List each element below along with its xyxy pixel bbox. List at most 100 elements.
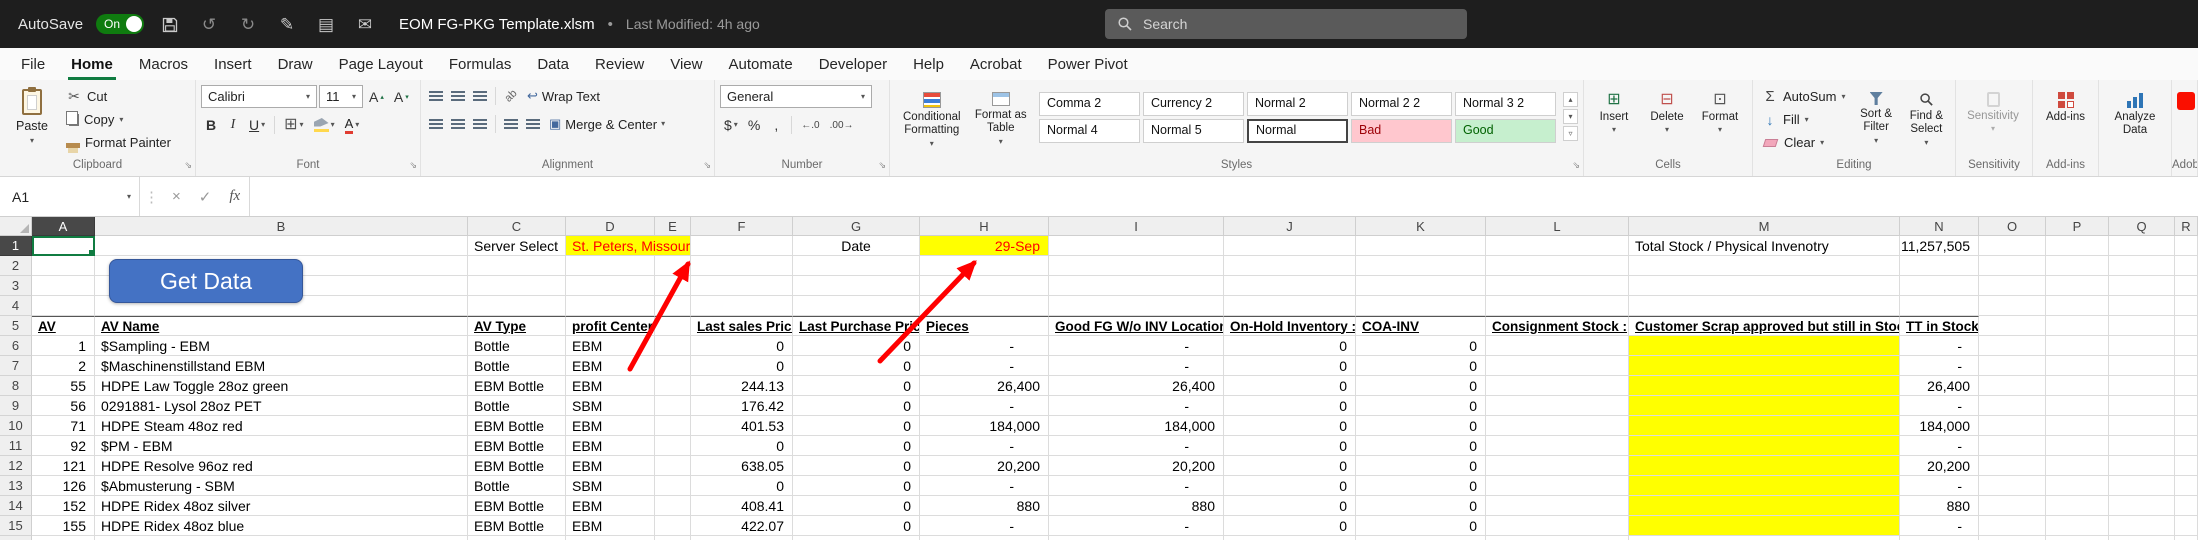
accounting-format-button[interactable]: $▾ xyxy=(720,114,742,136)
autosum-button[interactable]: ΣAutoSum▾ xyxy=(1758,85,1850,108)
pen-icon[interactable]: ✎ xyxy=(274,16,300,33)
cell-M4[interactable] xyxy=(1629,296,1900,316)
cell-M2[interactable] xyxy=(1629,256,1900,276)
cell-G11[interactable]: 0 xyxy=(793,436,920,456)
menu-tab-data[interactable]: Data xyxy=(524,48,582,80)
cell-K10[interactable]: 0 xyxy=(1356,416,1486,436)
style-comma-2[interactable]: Comma 2 xyxy=(1039,92,1140,116)
cell-J11[interactable]: 0 xyxy=(1224,436,1356,456)
cell-C1[interactable]: Server Select xyxy=(468,236,566,256)
menu-tab-page-layout[interactable]: Page Layout xyxy=(326,48,436,80)
column-header-J[interactable]: J xyxy=(1224,217,1356,236)
cell-I10[interactable]: 184,000 xyxy=(1049,416,1224,436)
cell-E14[interactable] xyxy=(655,496,691,516)
cell-R9[interactable] xyxy=(2175,396,2198,416)
search-box[interactable]: Search xyxy=(1105,9,1467,39)
cell-F14[interactable]: 408.41 xyxy=(691,496,793,516)
cell-A9[interactable]: 56 xyxy=(32,396,95,416)
cell-L6[interactable] xyxy=(1486,336,1629,356)
formula-input[interactable] xyxy=(249,177,2198,216)
cell-F4[interactable] xyxy=(691,296,793,316)
cell-A3[interactable] xyxy=(32,276,95,296)
cell-N3[interactable] xyxy=(1900,276,1979,296)
column-header-P[interactable]: P xyxy=(2046,217,2109,236)
cell-Q8[interactable] xyxy=(2109,376,2175,396)
menu-tab-help[interactable]: Help xyxy=(900,48,957,80)
cell-O6[interactable] xyxy=(1979,336,2046,356)
cell-J9[interactable]: 0 xyxy=(1224,396,1356,416)
cell-I9[interactable]: - xyxy=(1049,396,1224,416)
cell-O14[interactable] xyxy=(1979,496,2046,516)
cell-J4[interactable] xyxy=(1224,296,1356,316)
cell-O4[interactable] xyxy=(1979,296,2046,316)
cell-R13[interactable] xyxy=(2175,476,2198,496)
cell-J12[interactable]: 0 xyxy=(1224,456,1356,476)
cell-K15[interactable]: 0 xyxy=(1356,516,1486,536)
cell-K2[interactable] xyxy=(1356,256,1486,276)
cell-N1[interactable]: 11,257,505 xyxy=(1900,236,1979,256)
cell-H1[interactable]: 29-Sep xyxy=(920,236,1049,256)
menu-tab-acrobat[interactable]: Acrobat xyxy=(957,48,1035,80)
cell-I14[interactable]: 880 xyxy=(1049,496,1224,516)
row-header-14[interactable]: 14 xyxy=(0,496,32,516)
cell-C13[interactable]: Bottle xyxy=(468,476,566,496)
column-header-B[interactable]: B xyxy=(95,217,468,236)
cell-H10[interactable]: 184,000 xyxy=(920,416,1049,436)
cell-L13[interactable] xyxy=(1486,476,1629,496)
cell-Q16[interactable] xyxy=(2109,536,2175,540)
cell-F7[interactable]: 0 xyxy=(691,356,793,376)
cell-O1[interactable] xyxy=(1979,236,2046,256)
increase-indent-button[interactable] xyxy=(523,115,543,134)
cell-R1[interactable] xyxy=(2175,236,2198,256)
cell-L1[interactable] xyxy=(1486,236,1629,256)
cell-K6[interactable]: 0 xyxy=(1356,336,1486,356)
cell-L4[interactable] xyxy=(1486,296,1629,316)
grow-font-button[interactable]: A▴ xyxy=(365,86,388,108)
cell-A4[interactable] xyxy=(32,296,95,316)
cell-C10[interactable]: EBM Bottle xyxy=(468,416,566,436)
align-left-button[interactable] xyxy=(426,115,446,134)
adobe-create-pdf-button[interactable] xyxy=(2177,85,2195,157)
orientation-button[interactable]: ab xyxy=(501,87,521,106)
cell-D3[interactable] xyxy=(566,276,655,296)
cell-M10[interactable] xyxy=(1629,416,1900,436)
row-header-7[interactable]: 7 xyxy=(0,356,32,376)
cell-K3[interactable] xyxy=(1356,276,1486,296)
clipboard-dialog-launcher[interactable]: ⇘ xyxy=(184,158,192,173)
cell-E6[interactable] xyxy=(655,336,691,356)
cell-J3[interactable] xyxy=(1224,276,1356,296)
cell-R7[interactable] xyxy=(2175,356,2198,376)
cell-N10[interactable]: 184,000 xyxy=(1900,416,1979,436)
cell-P15[interactable] xyxy=(2046,516,2109,536)
cell-H6[interactable]: - xyxy=(920,336,1049,356)
cell-R14[interactable] xyxy=(2175,496,2198,516)
cell-C7[interactable]: Bottle xyxy=(468,356,566,376)
decrease-decimal-button[interactable]: .00→ xyxy=(826,114,858,136)
cell-N12[interactable]: 20,200 xyxy=(1900,456,1979,476)
column-header-D[interactable]: D xyxy=(566,217,655,236)
cell-D8[interactable]: EBM xyxy=(566,376,655,396)
cell-M6[interactable] xyxy=(1629,336,1900,356)
cell-C4[interactable] xyxy=(468,296,566,316)
cell-B13[interactable]: $Abmusterung - SBM xyxy=(95,476,468,496)
cell-D16[interactable] xyxy=(566,536,655,540)
cell-N9[interactable]: - xyxy=(1900,396,1979,416)
cell-Q5[interactable] xyxy=(2109,316,2175,336)
cell-P14[interactable] xyxy=(2046,496,2109,516)
cell-Q7[interactable] xyxy=(2109,356,2175,376)
column-header-E[interactable]: E xyxy=(655,217,691,236)
cell-Q11[interactable] xyxy=(2109,436,2175,456)
cell-B1[interactable] xyxy=(95,236,468,256)
cell-I2[interactable] xyxy=(1049,256,1224,276)
align-middle-button[interactable] xyxy=(448,87,468,106)
cell-K8[interactable]: 0 xyxy=(1356,376,1486,396)
cell-C11[interactable]: EBM Bottle xyxy=(468,436,566,456)
cell-A10[interactable]: 71 xyxy=(32,416,95,436)
cell-J1[interactable] xyxy=(1224,236,1356,256)
cell-D15[interactable]: EBM xyxy=(566,516,655,536)
row-header-3[interactable]: 3 xyxy=(0,276,32,296)
cell-J6[interactable]: 0 xyxy=(1224,336,1356,356)
insert-cells-button[interactable]: ⊞Insert▾ xyxy=(1589,85,1639,157)
cell-M13[interactable] xyxy=(1629,476,1900,496)
column-header-M[interactable]: M xyxy=(1629,217,1900,236)
